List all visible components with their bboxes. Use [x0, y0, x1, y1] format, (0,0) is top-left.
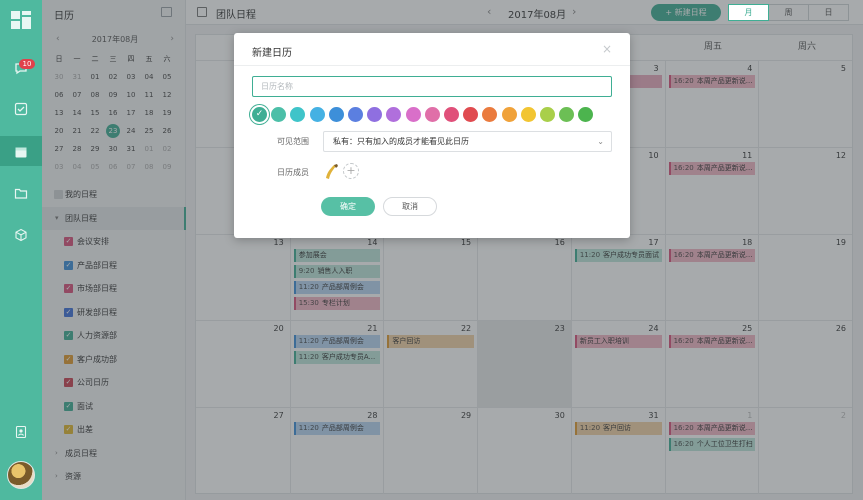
- view-tab[interactable]: 月: [728, 4, 769, 21]
- new-calendar-dialog: 新建日历 × ✓ 可见范围 私有：只有加入的成员才能看见此日历 ⌄ 日历成员 +…: [234, 33, 630, 238]
- color-swatch[interactable]: [271, 107, 287, 122]
- visibility-select[interactable]: 私有：只有加入的成员才能看见此日历 ⌄: [323, 131, 612, 152]
- cancel-button[interactable]: 取消: [383, 197, 437, 216]
- color-swatch[interactable]: [348, 107, 363, 122]
- visibility-label: 可见范围: [277, 137, 309, 146]
- add-member-button[interactable]: +: [343, 163, 359, 179]
- calendar-name-input[interactable]: [252, 76, 612, 97]
- task-check-icon[interactable]: [13, 102, 29, 118]
- dashboard-icon[interactable]: [11, 11, 31, 29]
- color-swatch[interactable]: [309, 107, 325, 122]
- folder-icon[interactable]: [13, 186, 29, 202]
- members-label: 日历成员: [277, 168, 309, 177]
- color-swatch[interactable]: [501, 107, 517, 122]
- color-swatch[interactable]: [578, 107, 594, 122]
- color-swatch[interactable]: [328, 107, 344, 122]
- color-swatch[interactable]: [559, 107, 575, 122]
- user-avatar[interactable]: [7, 461, 35, 489]
- app-rail: 10: [0, 0, 42, 500]
- color-swatch[interactable]: [482, 107, 498, 122]
- calendar-icon[interactable]: [0, 136, 42, 166]
- color-swatch[interactable]: [405, 107, 421, 122]
- dialog-divider: [234, 65, 630, 66]
- close-icon[interactable]: ×: [602, 42, 612, 56]
- color-swatch[interactable]: [386, 107, 402, 122]
- cube-icon[interactable]: [13, 228, 29, 244]
- member-avatar[interactable]: [323, 162, 339, 180]
- color-swatch[interactable]: [463, 107, 479, 122]
- notification-badge: 10: [19, 59, 35, 69]
- color-swatch[interactable]: [424, 107, 440, 122]
- contacts-icon[interactable]: [13, 425, 29, 441]
- confirm-button[interactable]: 确定: [321, 197, 375, 216]
- color-swatch[interactable]: [540, 107, 555, 122]
- color-swatch[interactable]: [444, 107, 459, 122]
- color-swatch[interactable]: [290, 107, 306, 122]
- color-swatch-selected[interactable]: ✓: [252, 107, 267, 122]
- color-swatch[interactable]: [520, 107, 536, 122]
- chevron-down-icon: ⌄: [597, 137, 604, 146]
- visibility-value: 私有：只有加入的成员才能看见此日历: [333, 137, 469, 146]
- dialog-title: 新建日历: [252, 48, 292, 59]
- color-swatch[interactable]: [367, 107, 383, 122]
